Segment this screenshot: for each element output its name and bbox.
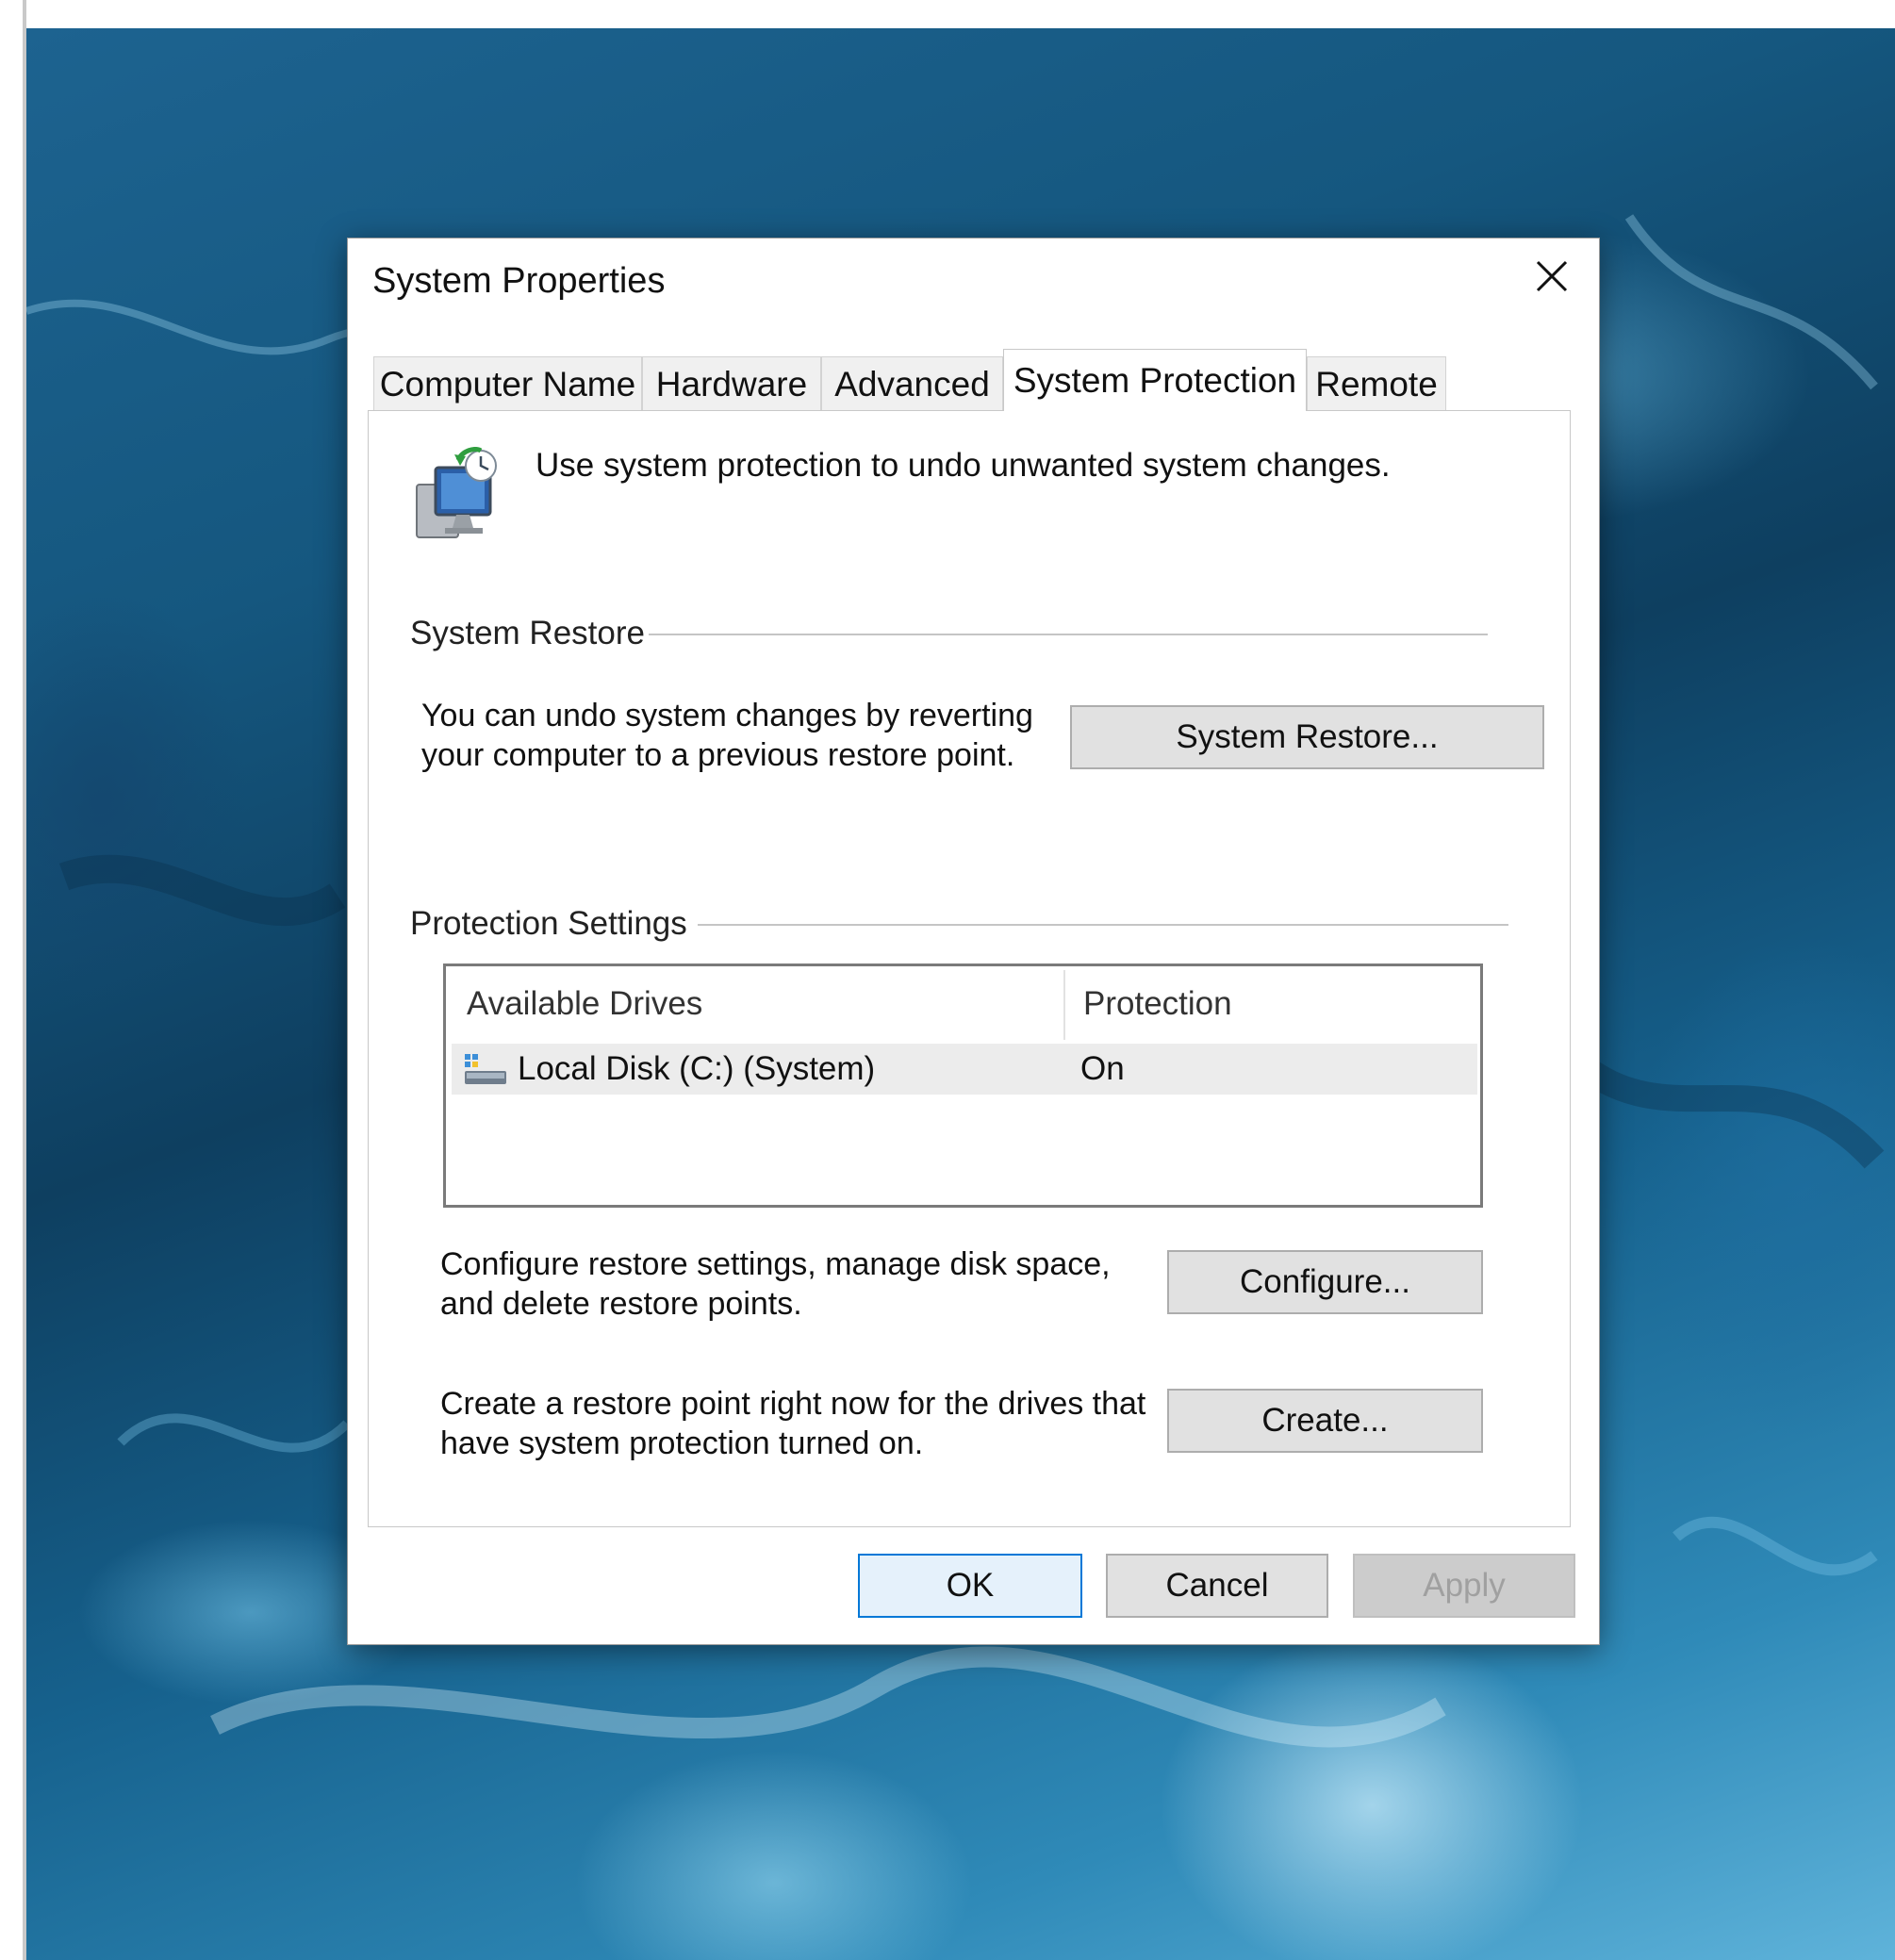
window-title: System Properties	[372, 261, 666, 301]
configure-button[interactable]: Configure...	[1167, 1250, 1483, 1314]
system-restore-button[interactable]: System Restore...	[1070, 705, 1544, 769]
drive-protection-status: On	[1080, 1050, 1125, 1087]
ok-button[interactable]: OK	[858, 1554, 1082, 1618]
section-divider	[649, 634, 1488, 635]
system-restore-section-label: System Restore	[410, 615, 645, 651]
section-divider	[698, 924, 1508, 926]
system-restore-description: You can undo system changes by reverting…	[421, 696, 1033, 775]
create-description-line1: Create a restore point right now for the…	[440, 1386, 1146, 1422]
configure-description: Configure restore settings, manage disk …	[440, 1244, 1111, 1324]
cancel-button[interactable]: Cancel	[1106, 1554, 1328, 1618]
drives-list[interactable]: Available Drives Protection Local Disk (…	[443, 964, 1483, 1208]
tab-system-protection[interactable]: System Protection	[1003, 349, 1307, 411]
tab-remote[interactable]: Remote	[1307, 356, 1446, 411]
tab-hardware[interactable]: Hardware	[642, 356, 821, 411]
table-row[interactable]: Local Disk (C:) (System) On	[452, 1044, 1477, 1095]
drive-icon	[463, 1044, 516, 1095]
apply-button[interactable]: Apply	[1353, 1554, 1575, 1618]
create-button[interactable]: Create...	[1167, 1389, 1483, 1453]
system-restore-description-line1: You can undo system changes by reverting	[421, 698, 1033, 733]
panel-header-text: Use system protection to undo unwanted s…	[536, 447, 1391, 484]
close-button[interactable]	[1529, 254, 1574, 299]
tab-advanced[interactable]: Advanced	[821, 356, 1003, 411]
system-protection-icon	[411, 446, 505, 545]
create-description: Create a restore point right now for the…	[440, 1384, 1145, 1463]
create-description-line2: have system protection turned on.	[440, 1425, 924, 1461]
column-header-protection[interactable]: Protection	[1083, 966, 1460, 1042]
close-icon	[1536, 260, 1568, 292]
configure-description-line2: and delete restore points.	[440, 1286, 802, 1322]
column-separator	[1063, 970, 1065, 1040]
column-header-available-drives[interactable]: Available Drives	[467, 966, 1061, 1042]
tab-computer-name[interactable]: Computer Name	[373, 356, 642, 411]
protection-settings-section-label: Protection Settings	[410, 905, 687, 942]
configure-description-line1: Configure restore settings, manage disk …	[440, 1246, 1111, 1282]
drive-name: Local Disk (C:) (System)	[518, 1050, 876, 1087]
system-restore-description-line2: your computer to a previous restore poin…	[421, 737, 1015, 773]
